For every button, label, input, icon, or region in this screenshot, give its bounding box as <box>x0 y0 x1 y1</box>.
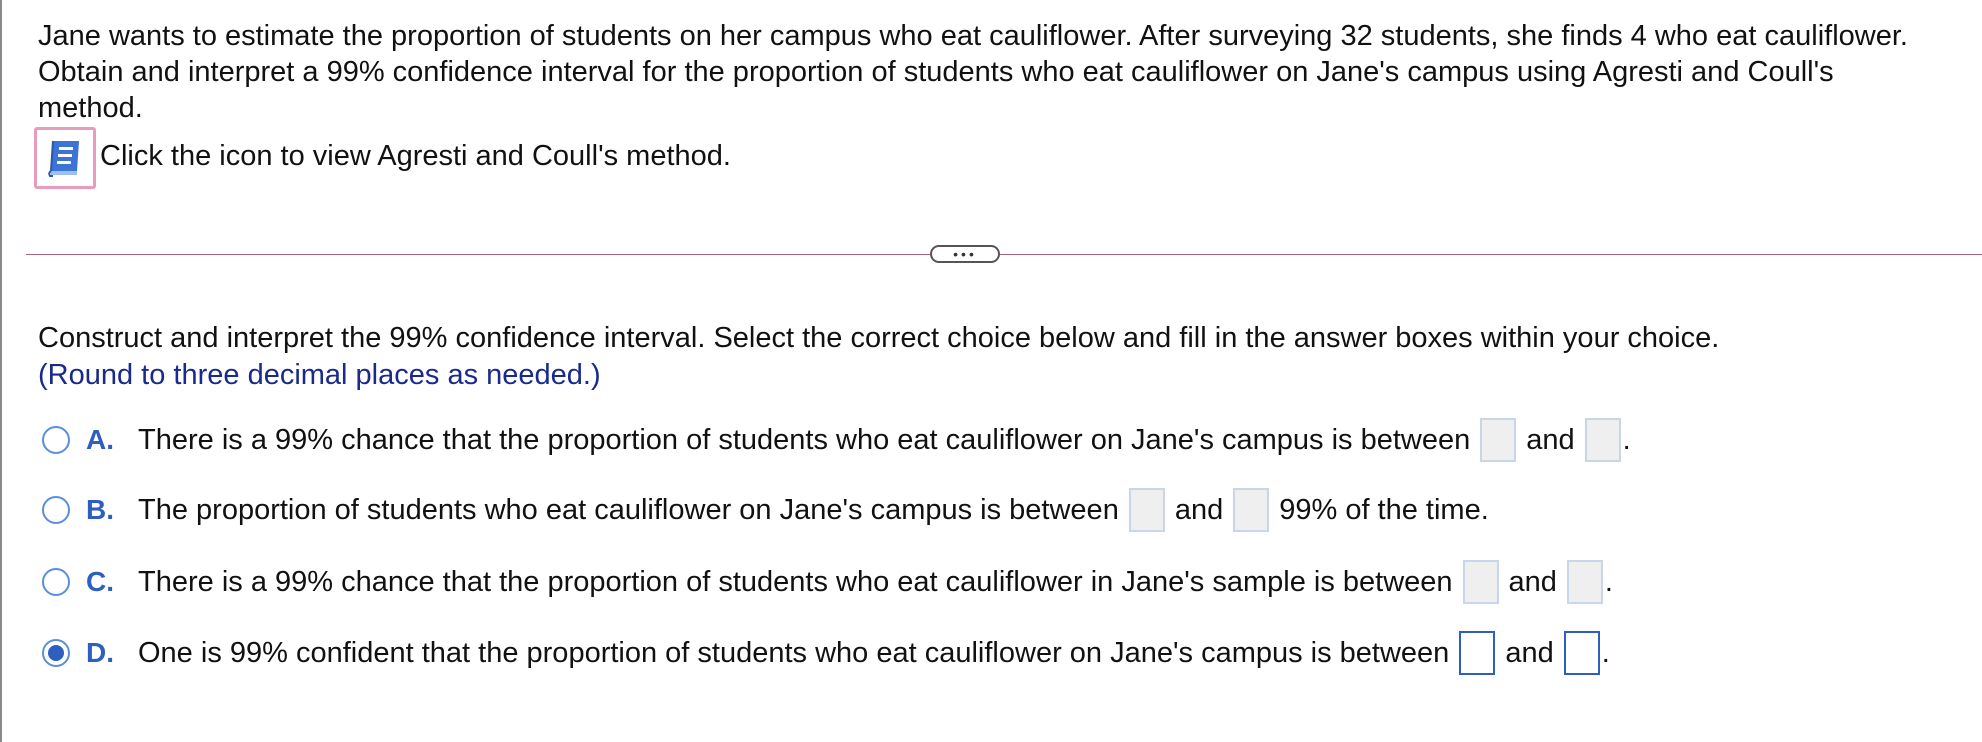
choice-d-letter: D. <box>86 637 114 668</box>
left-border <box>0 0 2 742</box>
choice-c-text: There is a 99% chance that the proportio… <box>138 565 1453 598</box>
choice-b-letter: B. <box>86 494 114 525</box>
choice-b-upper-input[interactable] <box>1233 488 1270 532</box>
instructions-text: Construct and interpret the 99% confiden… <box>38 322 1720 354</box>
choice-a-text: There is a 99% chance that the proportio… <box>138 423 1471 456</box>
choice-c[interactable]: C. There is a 99% chance that the propor… <box>42 558 1613 606</box>
choice-b[interactable]: B. The proportion of students who eat ca… <box>42 486 1489 534</box>
choice-c-lower-input[interactable] <box>1462 560 1499 604</box>
choice-c-upper-input[interactable] <box>1566 560 1603 604</box>
choice-a[interactable]: A. There is a 99% chance that the propor… <box>42 416 1631 464</box>
choice-d-lower-input[interactable] <box>1459 631 1496 675</box>
method-link-text: Click the icon to view Agresti and Coull… <box>100 139 731 172</box>
choice-a-letter: A. <box>86 424 114 455</box>
choice-a-suffix: . <box>1622 423 1631 456</box>
instructions: Construct and interpret the 99% confiden… <box>38 320 1719 394</box>
choice-b-lower-input[interactable] <box>1128 488 1165 532</box>
method-link-row: Click the icon to view Agresti and Coull… <box>34 126 731 190</box>
choice-b-text: The proportion of students who eat cauli… <box>138 493 1119 526</box>
choice-c-suffix: . <box>1604 565 1613 598</box>
choice-a-connector: and <box>1526 423 1575 456</box>
book-icon-button[interactable] <box>34 127 96 189</box>
choice-d-suffix: . <box>1601 636 1610 669</box>
choice-a-radio[interactable] <box>42 426 70 454</box>
choice-d[interactable]: D. One is 99% confident that the proport… <box>42 629 1610 677</box>
choice-c-letter: C. <box>86 566 114 597</box>
choice-d-connector: and <box>1505 636 1554 669</box>
choice-b-suffix: 99% of the time. <box>1279 493 1489 526</box>
rounding-hint: (Round to three decimal places as needed… <box>38 359 601 391</box>
choice-d-upper-input[interactable] <box>1563 631 1600 675</box>
section-divider <box>26 254 1982 255</box>
choice-a-upper-input[interactable] <box>1584 418 1621 462</box>
expand-button[interactable]: ••• <box>930 245 1000 263</box>
choice-c-connector: and <box>1508 565 1557 598</box>
choice-c-radio[interactable] <box>42 568 70 596</box>
choice-b-connector: and <box>1174 493 1224 526</box>
question-text: Jane wants to estimate the proportion of… <box>38 20 1908 124</box>
choice-a-lower-input[interactable] <box>1480 418 1517 462</box>
choice-d-radio[interactable] <box>42 639 70 667</box>
choice-d-text: One is 99% confident that the proportion… <box>138 636 1450 669</box>
book-icon <box>48 140 79 177</box>
choice-b-radio[interactable] <box>42 496 70 524</box>
